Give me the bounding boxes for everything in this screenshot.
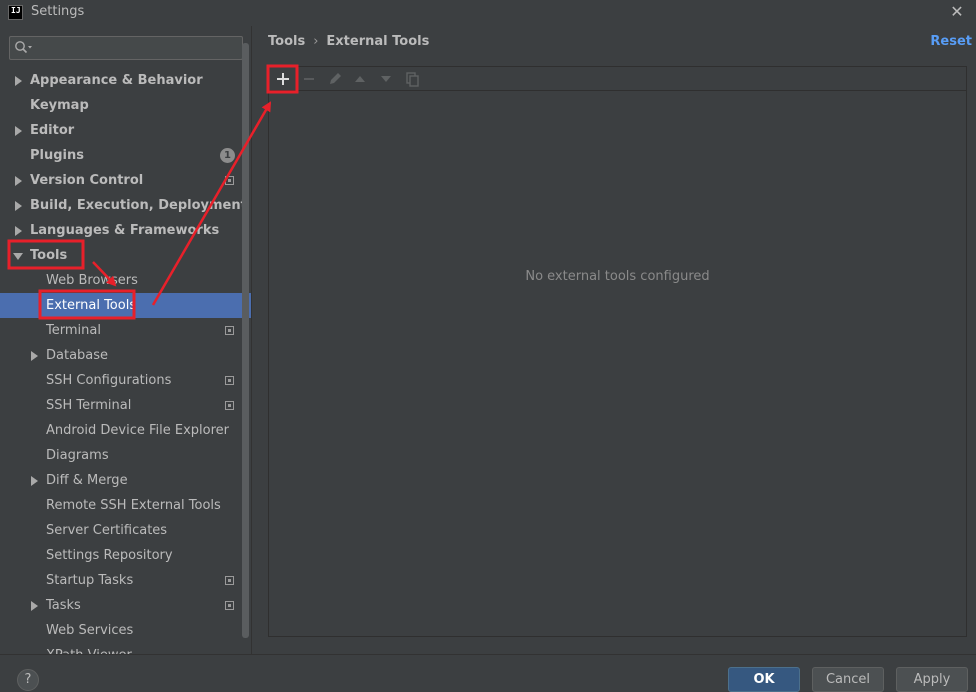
sidebar-item-android-device-file-explorer[interactable]: Android Device File Explorer	[0, 418, 251, 443]
sidebar-item-ssh-configurations[interactable]: SSH Configurations	[0, 368, 251, 393]
sidebar-item-languages-frameworks[interactable]: Languages & Frameworks	[0, 218, 251, 243]
chevron-right-icon[interactable]	[15, 201, 22, 211]
sidebar-item-label: Tasks	[46, 598, 81, 613]
breadcrumb: Tools › External Tools	[268, 34, 429, 49]
sidebar-item-remote-ssh-external-tools[interactable]: Remote SSH External Tools	[0, 493, 251, 518]
sidebar-item-label: Settings Repository	[46, 548, 173, 563]
chevron-right-icon[interactable]	[15, 176, 22, 186]
project-settings-icon	[225, 176, 234, 185]
project-settings-icon	[225, 401, 234, 410]
sidebar-item-label: XPath Viewer	[46, 643, 132, 654]
sidebar-item-label: Server Certificates	[46, 523, 168, 538]
external-tools-panel: No external tools configured	[268, 66, 967, 637]
updates-badge: 1	[220, 148, 235, 163]
sidebar-item-terminal[interactable]: Terminal	[0, 318, 251, 343]
sidebar-item-label: Remote SSH External Tools	[46, 498, 221, 513]
sidebar-item-build-execution-deployment[interactable]: Build, Execution, Deployment	[0, 193, 251, 218]
sidebar-item-label: Appearance & Behavior	[30, 73, 203, 88]
sidebar-item-server-certificates[interactable]: Server Certificates	[0, 518, 251, 543]
ok-button[interactable]: OK	[728, 667, 800, 692]
apply-button[interactable]: Apply	[896, 667, 968, 692]
project-settings-icon	[225, 576, 234, 585]
edit-icon[interactable]	[325, 69, 345, 89]
sidebar-scrollbar[interactable]	[242, 43, 249, 638]
sidebar-item-label: SSH Configurations	[46, 373, 172, 388]
sidebar-item-settings-repository[interactable]: Settings Repository	[0, 543, 251, 568]
copy-icon[interactable]	[402, 69, 422, 89]
sidebar-item-tools[interactable]: Tools	[0, 243, 251, 268]
sidebar-item-label: Database	[46, 348, 109, 363]
close-button[interactable]: ✕	[948, 2, 966, 22]
breadcrumb-item-external-tools: External Tools	[326, 34, 430, 49]
sidebar-item-web-browsers[interactable]: Web Browsers	[0, 268, 251, 293]
sidebar-item-external-tools[interactable]: External Tools	[0, 293, 251, 318]
sidebar-item-keymap[interactable]: Keymap	[0, 93, 251, 118]
sidebar-item-label: Diff & Merge	[46, 473, 128, 488]
sidebar-item-label: Diagrams	[46, 448, 109, 463]
sidebar-item-label: Web Services	[46, 623, 134, 638]
sidebar-item-label: Tools	[30, 248, 68, 263]
sidebar-item-xpath-viewer[interactable]: XPath Viewer	[0, 643, 251, 654]
external-tools-toolbar	[269, 67, 966, 91]
sidebar-item-label: Version Control	[30, 173, 144, 188]
sidebar-item-label: Terminal	[46, 323, 101, 338]
search-icon	[15, 41, 32, 54]
sidebar-item-label: Android Device File Explorer	[46, 423, 229, 438]
sidebar-item-diagrams[interactable]: Diagrams	[0, 443, 251, 468]
sidebar-item-label: Build, Execution, Deployment	[30, 198, 247, 213]
search-input[interactable]	[9, 36, 243, 60]
sidebar-item-diff-merge[interactable]: Diff & Merge	[0, 468, 251, 493]
breadcrumb-separator: ›	[313, 34, 319, 49]
sidebar-item-appearance-behavior[interactable]: Appearance & Behavior	[0, 68, 251, 93]
project-settings-icon	[225, 376, 234, 385]
sidebar-item-web-services[interactable]: Web Services	[0, 618, 251, 643]
title-bar: IJ Settings ✕	[0, 0, 976, 26]
sidebar-item-database[interactable]: Database	[0, 343, 251, 368]
project-settings-icon	[225, 601, 234, 610]
chevron-right-icon[interactable]	[15, 226, 22, 236]
app-logo-icon: IJ	[8, 5, 23, 20]
move-up-icon[interactable]	[350, 69, 370, 89]
breadcrumb-item-tools[interactable]: Tools	[268, 34, 305, 49]
chevron-down-icon[interactable]	[13, 253, 23, 260]
sidebar-item-label: Keymap	[30, 98, 89, 113]
settings-sidebar: Appearance & Behavior Keymap Editor Plugins…	[0, 26, 251, 654]
chevron-right-icon[interactable]	[15, 76, 22, 86]
sidebar-item-version-control[interactable]: Version Control	[0, 168, 251, 193]
help-button[interactable]: ?	[17, 669, 39, 691]
sidebar-item-label: Startup Tasks	[46, 573, 134, 588]
sidebar-item-startup-tasks[interactable]: Startup Tasks	[0, 568, 251, 593]
sidebar-item-label: External Tools	[46, 298, 137, 313]
sidebar-item-label: Web Browsers	[46, 273, 138, 288]
sidebar-item-label: SSH Terminal	[46, 398, 132, 413]
sidebar-item-ssh-terminal[interactable]: SSH Terminal	[0, 393, 251, 418]
chevron-right-icon[interactable]	[15, 126, 22, 136]
chevron-right-icon[interactable]	[31, 351, 38, 361]
reset-link[interactable]: Reset	[930, 34, 972, 49]
chevron-right-icon[interactable]	[31, 476, 38, 486]
cancel-button[interactable]: Cancel	[812, 667, 884, 692]
dialog-footer: ? OK Cancel Apply	[0, 654, 976, 692]
sidebar-item-label: Languages & Frameworks	[30, 223, 220, 238]
project-settings-icon	[225, 326, 234, 335]
sidebar-item-tasks[interactable]: Tasks	[0, 593, 251, 618]
sidebar-divider	[251, 26, 252, 654]
move-down-icon[interactable]	[376, 69, 396, 89]
add-icon[interactable]	[273, 69, 293, 89]
empty-list-message: No external tools configured	[525, 269, 710, 284]
window-title: Settings	[31, 4, 85, 19]
sidebar-item-label: Plugins	[30, 148, 84, 163]
sidebar-item-editor[interactable]: Editor	[0, 118, 251, 143]
remove-icon[interactable]	[299, 69, 319, 89]
sidebar-item-plugins[interactable]: Plugins 1	[0, 143, 251, 168]
chevron-right-icon[interactable]	[31, 601, 38, 611]
sidebar-item-label: Editor	[30, 123, 75, 138]
